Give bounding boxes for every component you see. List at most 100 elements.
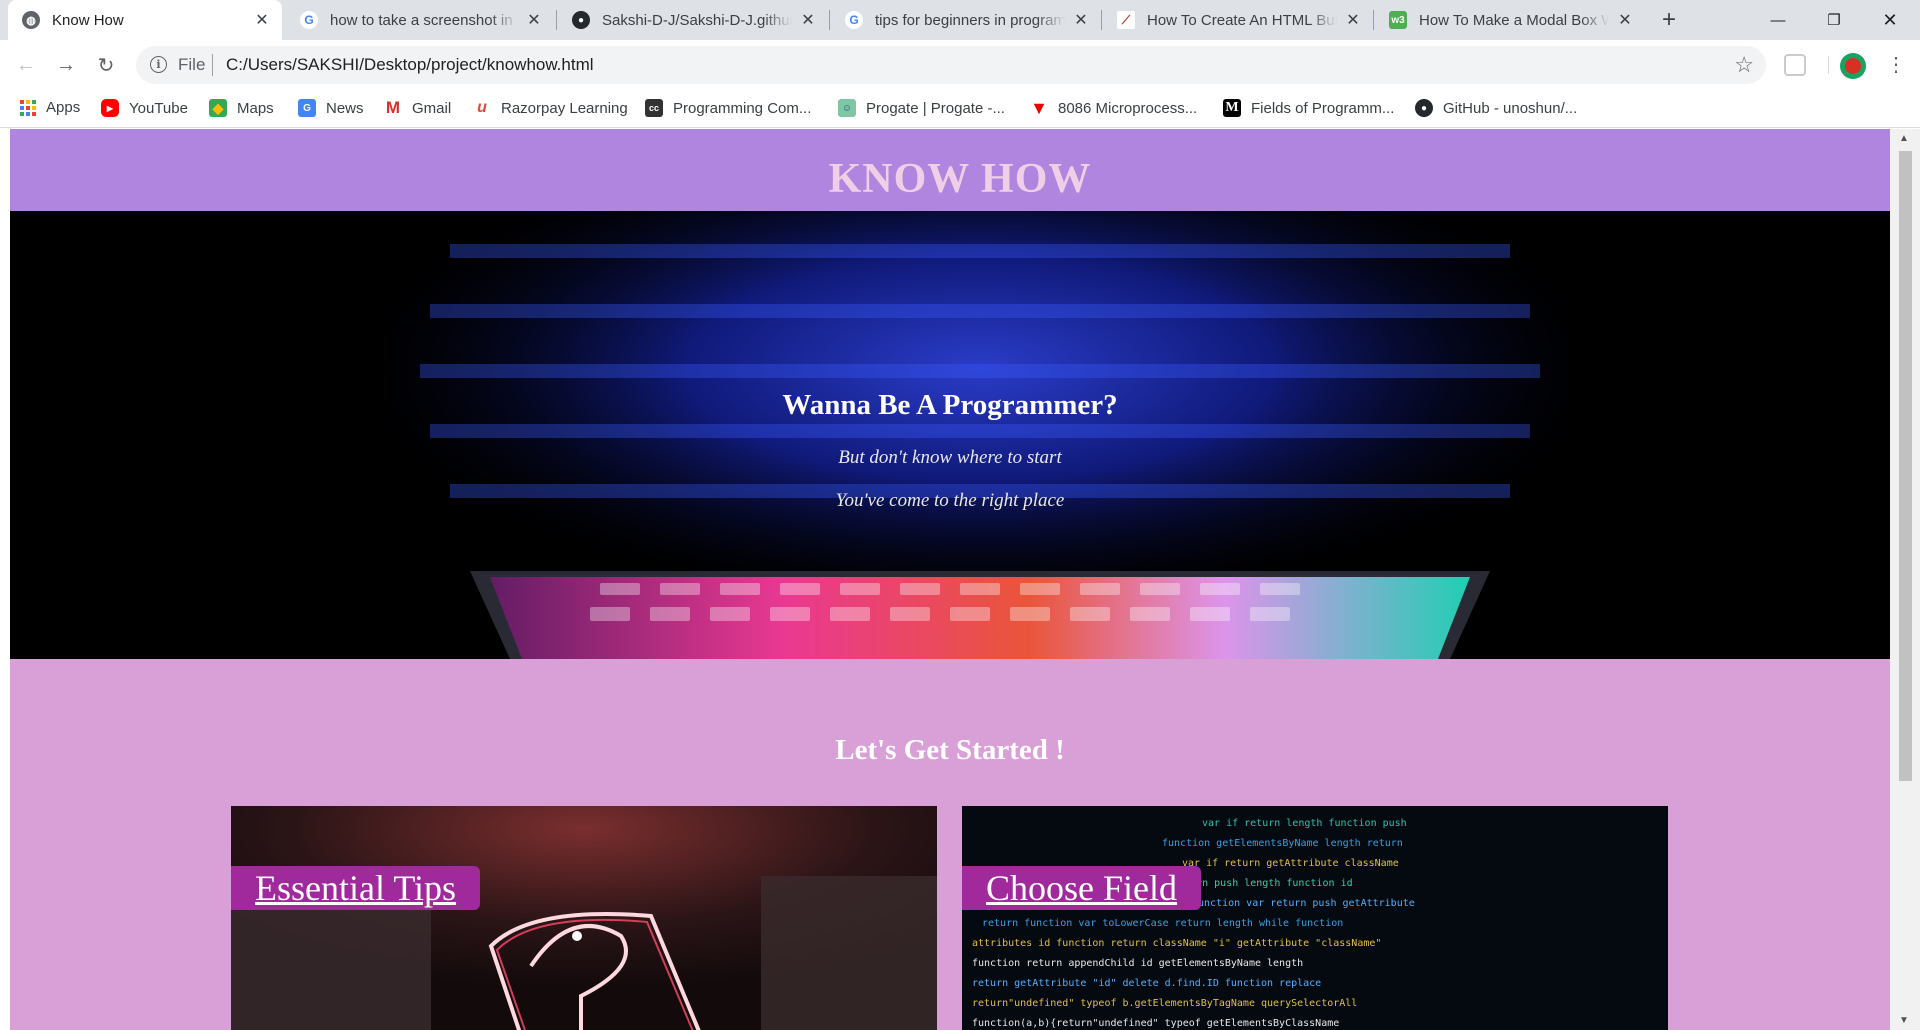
minimize-icon[interactable]: — [1750, 0, 1806, 40]
bookmark-label: GitHub - unoshun/... [1443, 99, 1578, 117]
close-tab-icon[interactable]: ✕ [1343, 10, 1363, 30]
bookmark-label: Maps [237, 99, 274, 117]
github-icon: ● [1415, 99, 1433, 117]
tab-title: Sakshi-D-J/Sakshi-D-J.github. [602, 11, 792, 29]
toolbar-divider [1828, 56, 1829, 74]
triangle-icon: ▼ [1030, 97, 1048, 118]
globe-icon: ◍ [22, 11, 40, 29]
w3schools-icon: w3 [1389, 11, 1407, 29]
bookmark-news[interactable]: G News [298, 99, 364, 117]
site-title: KNOW HOW [828, 156, 1092, 202]
scrollbar-thumb[interactable] [1899, 151, 1912, 781]
question-mark-image [231, 806, 937, 1030]
page-scrollbar[interactable]: ▲ ▼ [1890, 129, 1920, 1030]
svg-text:attributes id function retu: attributes id function return className … [972, 938, 1381, 949]
scroll-up-icon[interactable]: ▲ [1899, 133, 1909, 144]
browser-tab-strip: ◍ Know How ✕ G how to take a screenshot … [0, 0, 1920, 40]
bookmark-maps[interactable]: ◆ Maps [209, 99, 274, 117]
tab-separator [1101, 10, 1102, 30]
hero-laptop-image [390, 211, 1570, 659]
bookmark-programming-com[interactable]: cc Programming Com... [645, 99, 811, 117]
progate-icon: ☺ [838, 99, 856, 117]
medium-icon: M [1223, 99, 1241, 117]
reload-icon[interactable]: ↻ [90, 49, 122, 81]
tab-html-button[interactable]: ⟋ How To Create An HTML Butt ✕ [1103, 0, 1373, 40]
address-bar[interactable]: i File C:/Users/SAKSHI/Desktop/project/k… [136, 46, 1766, 84]
hero-heading: Wanna Be A Programmer? [782, 389, 1118, 421]
tab-title: Know How [52, 11, 124, 29]
cc-icon: cc [645, 99, 663, 117]
close-tab-icon[interactable]: ✕ [798, 10, 818, 30]
bookmark-label: Progate | Progate -... [866, 99, 1005, 117]
restore-icon[interactable]: ❐ [1806, 0, 1862, 40]
svg-text:return"undefined" typeof b.g: return"undefined" typeof b.getElementsBy… [972, 998, 1357, 1009]
github-icon: ● [572, 11, 590, 29]
close-tab-icon[interactable]: ✕ [252, 10, 272, 30]
close-tab-icon[interactable]: ✕ [1615, 10, 1635, 30]
bookmark-progate[interactable]: ☺ Progate | Progate -... [838, 99, 1005, 117]
bookmark-apps[interactable]: Apps [20, 99, 80, 116]
youtube-icon: ▶ [101, 99, 119, 117]
tab-title: How To Create An HTML Butt [1147, 11, 1337, 29]
bookmark-8086[interactable]: ▼ 8086 Microprocess... [1030, 97, 1198, 118]
bookmark-label: Fields of Programm... [1251, 99, 1395, 117]
bookmark-github[interactable]: ● GitHub - unoshun/... [1415, 99, 1577, 117]
scroll-down-icon[interactable]: ▼ [1899, 1015, 1909, 1026]
tab-separator [829, 10, 830, 30]
card-label-choose-field[interactable]: Choose Field [962, 866, 1202, 910]
svg-text:function getElementsByName l: function getElementsByName length return [1162, 838, 1403, 849]
tab-modal-box[interactable]: w3 How To Make a Modal Box W ✕ [1375, 0, 1645, 40]
svg-text:function var return push g: function var return push getAttribute [1192, 898, 1415, 909]
tab-separator [556, 10, 557, 30]
hero-subtitle-1: But don't know where to start [838, 447, 1062, 468]
close-tab-icon[interactable]: ✕ [1071, 10, 1091, 30]
tab-tips-search[interactable]: G tips for beginners in program ✕ [831, 0, 1101, 40]
hero-subtitle-2: You've come to the right place [835, 490, 1065, 511]
page-viewport[interactable]: KNOW HOW Wanna Be A Programmer? But don'… [10, 129, 1890, 1030]
svg-text:function(a,b){return"undefined: function(a,b){return"undefined" typeof g… [972, 1018, 1339, 1029]
tab-know-how[interactable]: ◍ Know How ✕ [8, 0, 282, 40]
close-tab-icon[interactable]: ✕ [524, 10, 544, 30]
tab-title: How To Make a Modal Box W [1419, 11, 1609, 29]
section-title: Let's Get Started ! [835, 734, 1065, 766]
extension-icon[interactable] [1784, 54, 1806, 76]
bookmark-star-icon[interactable]: ☆ [1734, 52, 1754, 78]
article-icon: ⟋ [1117, 11, 1135, 29]
window-close-icon[interactable]: ✕ [1862, 0, 1918, 40]
svg-text:var if return length funct: var if return length function push [1202, 818, 1407, 829]
browser-toolbar: ← → ↻ i File C:/Users/SAKSHI/Desktop/pro… [0, 40, 1920, 90]
tab-screenshot-search[interactable]: G how to take a screenshot in w ✕ [286, 0, 554, 40]
new-tab-icon[interactable]: + [1655, 6, 1683, 34]
card-label-essential-tips[interactable]: Essential Tips [231, 866, 481, 910]
tab-github[interactable]: ● Sakshi-D-J/Sakshi-D-J.github. ✕ [558, 0, 828, 40]
profile-avatar-icon[interactable] [1840, 53, 1866, 79]
bookmark-label: 8086 Microprocess... [1058, 99, 1198, 117]
svg-text:function return appendChild: function return appendChild id getElemen… [972, 958, 1303, 969]
tab-separator [1373, 10, 1374, 30]
bookmark-razorpay[interactable]: u Razorpay Learning [473, 99, 628, 117]
browser-menu-icon[interactable]: ⋮ [1886, 52, 1906, 77]
bookmark-fields[interactable]: M Fields of Programm... [1223, 99, 1394, 117]
news-icon: G [298, 99, 316, 117]
site-header: KNOW HOW [10, 129, 1890, 211]
bookmark-label: YouTube [129, 99, 188, 117]
card-choose-field[interactable]: var if return length function push funct… [962, 806, 1668, 1030]
scheme-divider [212, 54, 213, 76]
svg-text:return getAttribute "id" de: return getAttribute "id" delete d.find.I… [972, 978, 1321, 989]
scheme-label: File [178, 55, 206, 74]
bookmarks-bar: Apps ▶ YouTube ◆ Maps G News M Gmail u R… [0, 90, 1920, 128]
gmail-icon: M [385, 98, 401, 117]
bookmark-label: Programming Com... [673, 99, 812, 117]
card-essential-tips[interactable]: Essential Tips [231, 806, 937, 1030]
tab-title: tips for beginners in program [875, 11, 1065, 29]
bookmark-label: Apps [46, 99, 81, 116]
bookmark-gmail[interactable]: M Gmail [384, 98, 451, 117]
forward-icon[interactable]: → [50, 49, 82, 81]
razorpay-icon: u [477, 99, 487, 116]
url-text[interactable]: C:/Users/SAKSHI/Desktop/project/knowhow.… [226, 55, 594, 75]
code-screen-image: var if return length function push funct… [962, 806, 1668, 1030]
google-icon: G [300, 11, 318, 29]
bookmark-youtube[interactable]: ▶ YouTube [101, 99, 188, 117]
site-info-icon[interactable]: i [150, 56, 167, 73]
back-icon[interactable]: ← [10, 49, 42, 81]
